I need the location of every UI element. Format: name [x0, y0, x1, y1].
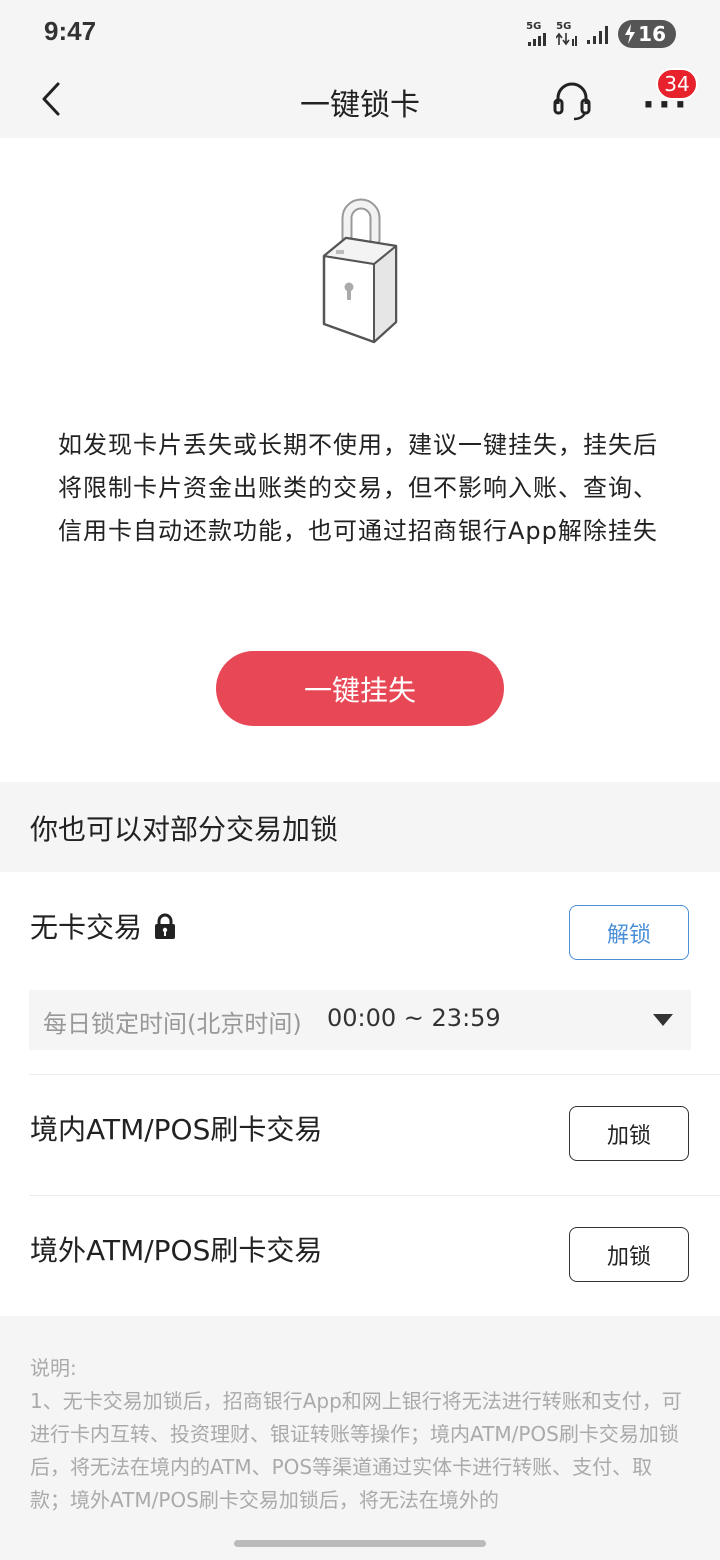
lock-card-panel: 如发现卡片丢失或长期不使用，建议一键挂失，挂失后将限制卡片资金出账类的交易，但不…: [0, 138, 720, 782]
section-title: 你也可以对部分交易加锁: [30, 813, 339, 846]
wifi-signal-icon: [587, 26, 609, 44]
lock-description: 如发现卡片丢失或长期不使用，建议一键挂失，挂失后将限制卡片资金出账类的交易，但不…: [58, 431, 658, 545]
battery-level: 16: [638, 22, 666, 46]
status-time: 9:47: [44, 16, 97, 46]
lock-domestic-button[interactable]: 加锁: [569, 1106, 689, 1161]
overseas-atm-pos-label: 境外ATM/POS刷卡交易: [30, 1229, 322, 1269]
section-header: 你也可以对部分交易加锁: [0, 782, 720, 872]
lock-time-label: 每日锁定时间(北京时间): [43, 1010, 302, 1038]
divider: [29, 1074, 720, 1075]
unlock-button[interactable]: 解锁: [569, 905, 689, 960]
data-arrows-icon: [556, 32, 578, 46]
charging-bolt-icon: [625, 24, 636, 44]
page-title: 一键锁卡: [300, 88, 420, 123]
notes-section: 说明: 1、无卡交易加锁后，招商银行App和网上银行将无法进行转账和支付，可进行…: [30, 1352, 692, 1517]
row-label-text: 境外ATM/POS刷卡交易: [30, 1234, 323, 1267]
lock-icon: [155, 913, 176, 939]
customer-service-button[interactable]: [550, 78, 594, 122]
divider: [29, 1195, 720, 1196]
more-menu-button[interactable]: ··· 34: [636, 68, 700, 128]
headset-icon: [553, 82, 591, 121]
dropdown-caret-icon: [653, 1014, 673, 1026]
row-label-text: 境内ATM/POS刷卡交易: [30, 1113, 323, 1146]
status-bar: 9:47 5G 5G 16: [0, 0, 720, 64]
signal-bars-icon: [528, 33, 547, 46]
nav-bar: 一键锁卡 ··· 34: [0, 64, 720, 138]
signal-label: 5G: [556, 21, 572, 32]
transaction-lock-list: 无卡交易 解锁 每日锁定时间(北京时间) 00:00 ~ 23:59 境内ATM…: [0, 872, 720, 1316]
open-padlock-icon: [322, 198, 398, 344]
lock-time-select[interactable]: 每日锁定时间(北京时间) 00:00 ~ 23:59: [29, 990, 691, 1050]
lock-time-value: 00:00 ~ 23:59: [327, 1004, 501, 1032]
report-loss-button[interactable]: 一键挂失: [216, 651, 504, 726]
domestic-atm-pos-label: 境内ATM/POS刷卡交易: [30, 1108, 322, 1148]
signal-5g-icon: 5G: [526, 22, 548, 46]
notes-heading: 说明:: [30, 1356, 77, 1380]
row-label-text: 无卡交易: [30, 911, 143, 944]
home-indicator[interactable]: [234, 1540, 486, 1547]
cardless-transaction-label: 无卡交易: [30, 906, 178, 946]
more-dots-icon: ···: [642, 85, 690, 125]
notes-text: 1、无卡交易加锁后，招商银行App和网上银行将无法进行转账和支付，可进行卡内互转…: [30, 1389, 682, 1512]
signal-5g-data-icon: 5G: [556, 22, 578, 46]
lock-overseas-button[interactable]: 加锁: [569, 1227, 689, 1282]
signal-label: 5G: [526, 21, 542, 32]
battery-indicator: 16: [618, 20, 676, 48]
notification-badge: 34: [656, 68, 698, 100]
status-icons: 5G 5G 16: [526, 20, 676, 48]
